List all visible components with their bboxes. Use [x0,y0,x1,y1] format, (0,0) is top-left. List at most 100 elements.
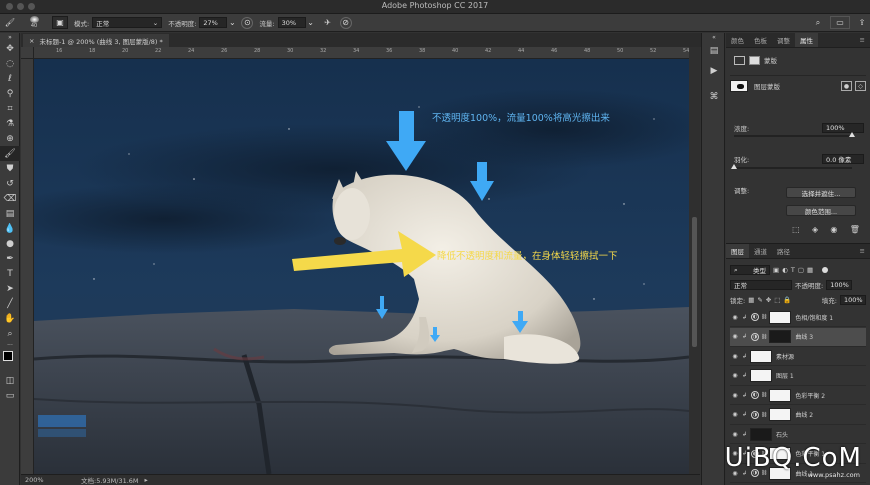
document-canvas[interactable]: 不透明度100%，流量100%将高光擦出来 降低不透明度和流量，在身体轻轻擦拭一… [34,59,689,474]
healing-brush-tool-icon[interactable]: ⊕ [0,131,20,146]
document-tab[interactable]: × 未标题-1 @ 200% (曲线 3, 图层蒙版/8) * [23,34,169,47]
workspace-switcher-icon[interactable]: ▭ [830,16,850,29]
density-input[interactable]: 100% [822,123,864,133]
eraser-tool-icon[interactable]: ⌫ [0,191,20,206]
color-range-button[interactable]: 颜色范围... [786,205,856,216]
apply-mask-icon[interactable]: ◈ [812,225,818,234]
load-selection-icon[interactable]: ⬚ [792,225,800,234]
vector-mask-icon[interactable] [749,55,760,65]
layer-filter-select[interactable]: ⌕ 类型 [730,265,770,275]
actions-panel-icon[interactable]: ▶ [702,61,726,81]
quick-select-tool-icon[interactable]: ⚲ [0,86,20,101]
lasso-tool-icon[interactable]: ℓ [0,71,20,86]
eyedropper-tool-icon[interactable]: ⚗ [0,116,20,131]
fill-input[interactable]: 100% [840,295,866,305]
move-tool-icon[interactable]: ✥ [0,41,20,56]
more-tools-icon[interactable]: ··· [0,341,20,349]
paths-panel-icon[interactable]: ⌘ [702,87,726,107]
panel-menu-icon[interactable]: ≡ [855,33,870,47]
lock-transparent-icon[interactable]: ▦ [748,296,754,304]
filter-smart-icon[interactable]: ▦ [807,266,813,274]
path-select-tool-icon[interactable]: ➤ [0,281,20,296]
add-pixel-mask-icon[interactable]: ● [841,81,852,91]
tab-properties[interactable]: 属性 [795,33,818,47]
filter-adjustment-icon[interactable]: ◐ [782,266,788,274]
layers-panel-menu-icon[interactable]: ≡ [855,244,870,258]
filter-type-icon[interactable]: T [791,266,795,274]
tab-adjustments[interactable]: 调整 [772,33,795,47]
foreground-color-swatch[interactable] [3,351,13,361]
layer-visibility-eye-icon[interactable]: ◉ [730,411,740,418]
layer-row[interactable]: ◉ ↲ ◐ ⛓ 色相/饱和度 1 [730,308,866,327]
tab-color[interactable]: 颜色 [726,33,749,47]
select-and-mask-button[interactable]: 选择并遮住... [786,187,856,198]
history-panel-icon[interactable]: ▤ [702,41,726,61]
layer-row[interactable]: ◉ ↲ ◐ ⛓ 色彩平衡 2 [730,386,866,405]
layer-visibility-eye-icon[interactable]: ◉ [730,431,740,438]
line-tool-icon[interactable]: ╱ [0,296,20,311]
pressure-size-icon[interactable]: ⊘ [339,16,352,29]
mask-link-icon[interactable]: ⛓ [761,412,767,418]
layer-visibility-eye-icon[interactable]: ◉ [730,333,740,340]
status-menu-icon[interactable]: ▸ [145,476,148,484]
mask-link-icon[interactable]: ⛓ [761,392,767,398]
close-tab-icon[interactable]: × [29,37,34,45]
blur-tool-icon[interactable]: 💧 [0,221,20,236]
tab-layers[interactable]: 图层 [726,244,749,258]
scrollbar-thumb[interactable] [692,217,697,347]
zoom-tool-icon[interactable]: ⌕ [0,326,20,341]
zoom-level[interactable]: 200% [21,476,51,484]
layer-opacity-input[interactable]: 100% [826,280,853,290]
gradient-tool-icon[interactable]: ▤ [0,206,20,221]
search-icon[interactable]: ⌕ [810,16,826,29]
lock-all-icon[interactable]: 🔒 [783,296,791,304]
brush-tool-icon[interactable]: 🖌 [0,146,20,161]
airbrush-icon[interactable]: ✈ [320,16,336,29]
layer-visibility-eye-icon[interactable]: ◉ [730,372,740,379]
crop-tool-icon[interactable]: ⌗ [0,101,20,116]
mask-link-icon[interactable]: ⛓ [761,314,767,320]
strip-collapse-icon[interactable]: « [702,33,726,41]
marquee-tool-icon[interactable]: ◌ [0,56,20,71]
feather-slider[interactable] [731,164,852,169]
filter-toggle-icon[interactable] [822,267,829,273]
tab-paths[interactable]: 路径 [772,244,795,258]
layer-row[interactable]: ◉ ↲ 石头 [730,425,866,444]
quick-mask-icon[interactable]: ◫ [0,373,20,388]
tab-channels[interactable]: 通道 [749,244,772,258]
clone-stamp-tool-icon[interactable]: ⛊ [0,161,20,176]
dodge-tool-icon[interactable]: ● [0,236,20,251]
filter-pixel-icon[interactable]: ▣ [773,266,779,274]
blend-mode-select[interactable]: 正常 [730,280,792,290]
lock-artboard-icon[interactable]: ⬚ [774,296,780,304]
brush-panel-toggle-icon[interactable]: ▣ [52,16,68,29]
history-brush-tool-icon[interactable]: ↺ [0,176,20,191]
pixel-mask-icon[interactable] [734,55,745,65]
share-icon[interactable]: ⇪ [854,16,870,29]
filter-shape-icon[interactable]: ▢ [798,266,804,274]
canvas-vertical-scrollbar[interactable] [689,47,700,474]
screen-mode-icon[interactable]: ▭ [0,388,20,403]
opacity-dropdown-icon[interactable]: ⌄ [227,16,237,29]
layer-row[interactable]: ◉ ↲ 图层 1 [730,367,866,386]
opacity-input[interactable]: 27% [199,17,228,28]
flow-input[interactable]: 30% [277,17,306,28]
feather-slider-knob[interactable] [731,164,737,169]
ruler-origin[interactable] [21,47,34,59]
mask-link-icon[interactable]: ⛓ [761,334,767,340]
brush-preset-picker[interactable]: 40 [20,16,48,29]
brush-tool-preset-icon[interactable]: 🖌 [0,16,20,29]
flow-dropdown-icon[interactable]: ⌄ [306,16,316,29]
layer-visibility-eye-icon[interactable]: ◉ [730,353,740,360]
lock-position-icon[interactable]: ✥ [766,296,771,304]
layer-row[interactable]: ◉ ↲ 素材源 [730,347,866,366]
pen-tool-icon[interactable]: ✒ [0,251,20,266]
density-slider-knob[interactable] [849,132,855,137]
mode-select[interactable]: 正常 ⌄ [92,17,163,28]
toggle-mask-visibility-icon[interactable]: ◉ [830,225,837,234]
hand-tool-icon[interactable]: ✋ [0,311,20,326]
delete-mask-icon[interactable]: 🗑 [850,225,860,234]
lock-pixels-icon[interactable]: ✎ [757,296,762,304]
layer-visibility-eye-icon[interactable]: ◉ [730,392,740,399]
add-vector-mask-icon[interactable]: ◇ [855,81,866,91]
